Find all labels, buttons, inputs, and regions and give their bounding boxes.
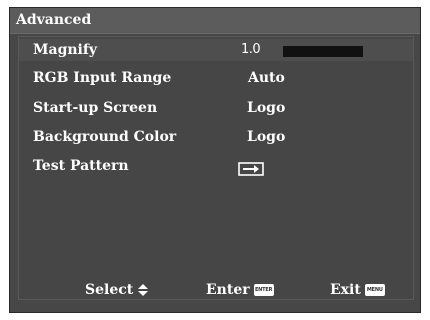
- menu-header: Advanced: [10, 8, 420, 34]
- footer-select-label: Select: [85, 282, 134, 298]
- footer-exit-label: Exit: [330, 282, 361, 298]
- footer-enter-hint: Enter ENTER: [206, 282, 274, 298]
- start-up-screen-value: Logo: [247, 100, 286, 116]
- menu-item-label: Start-up Screen: [33, 100, 158, 116]
- menu-item-magnify[interactable]: Magnify 1.0: [19, 39, 413, 61]
- footer-enter-label: Enter: [206, 282, 250, 298]
- enter-arrow-icon[interactable]: [238, 161, 264, 177]
- menu-item-start-up-screen[interactable]: Start-up Screen Logo: [19, 97, 413, 119]
- rgb-input-range-value: Auto: [248, 70, 285, 86]
- osd-menu-window: Advanced Magnify 1.0 RGB Input Range Aut…: [9, 7, 421, 313]
- magnify-slider-bar: [283, 46, 363, 57]
- background-color-value: Logo: [247, 129, 286, 145]
- menu-item-background-color[interactable]: Background Color Logo: [19, 126, 413, 148]
- menu-panel: Magnify 1.0 RGB Input Range Auto Start-u…: [18, 36, 414, 300]
- magnify-value: 1.0: [241, 42, 261, 57]
- menu-item-label: Magnify: [33, 42, 98, 58]
- footer-select-hint: Select: [85, 282, 149, 298]
- up-down-arrows-icon: [138, 284, 149, 296]
- menu-key-icon: MENU: [364, 284, 385, 296]
- menu-title: Advanced: [16, 12, 92, 28]
- menu-item-test-pattern[interactable]: Test Pattern: [19, 155, 413, 177]
- enter-key-icon: ENTER: [253, 284, 274, 296]
- footer-exit-hint: Exit MENU: [330, 282, 385, 298]
- menu-item-label: RGB Input Range: [33, 70, 172, 86]
- menu-item-label: Test Pattern: [33, 158, 129, 174]
- magnify-slider[interactable]: [283, 46, 363, 57]
- menu-item-label: Background Color: [33, 129, 177, 145]
- menu-item-rgb-input-range[interactable]: RGB Input Range Auto: [19, 67, 413, 89]
